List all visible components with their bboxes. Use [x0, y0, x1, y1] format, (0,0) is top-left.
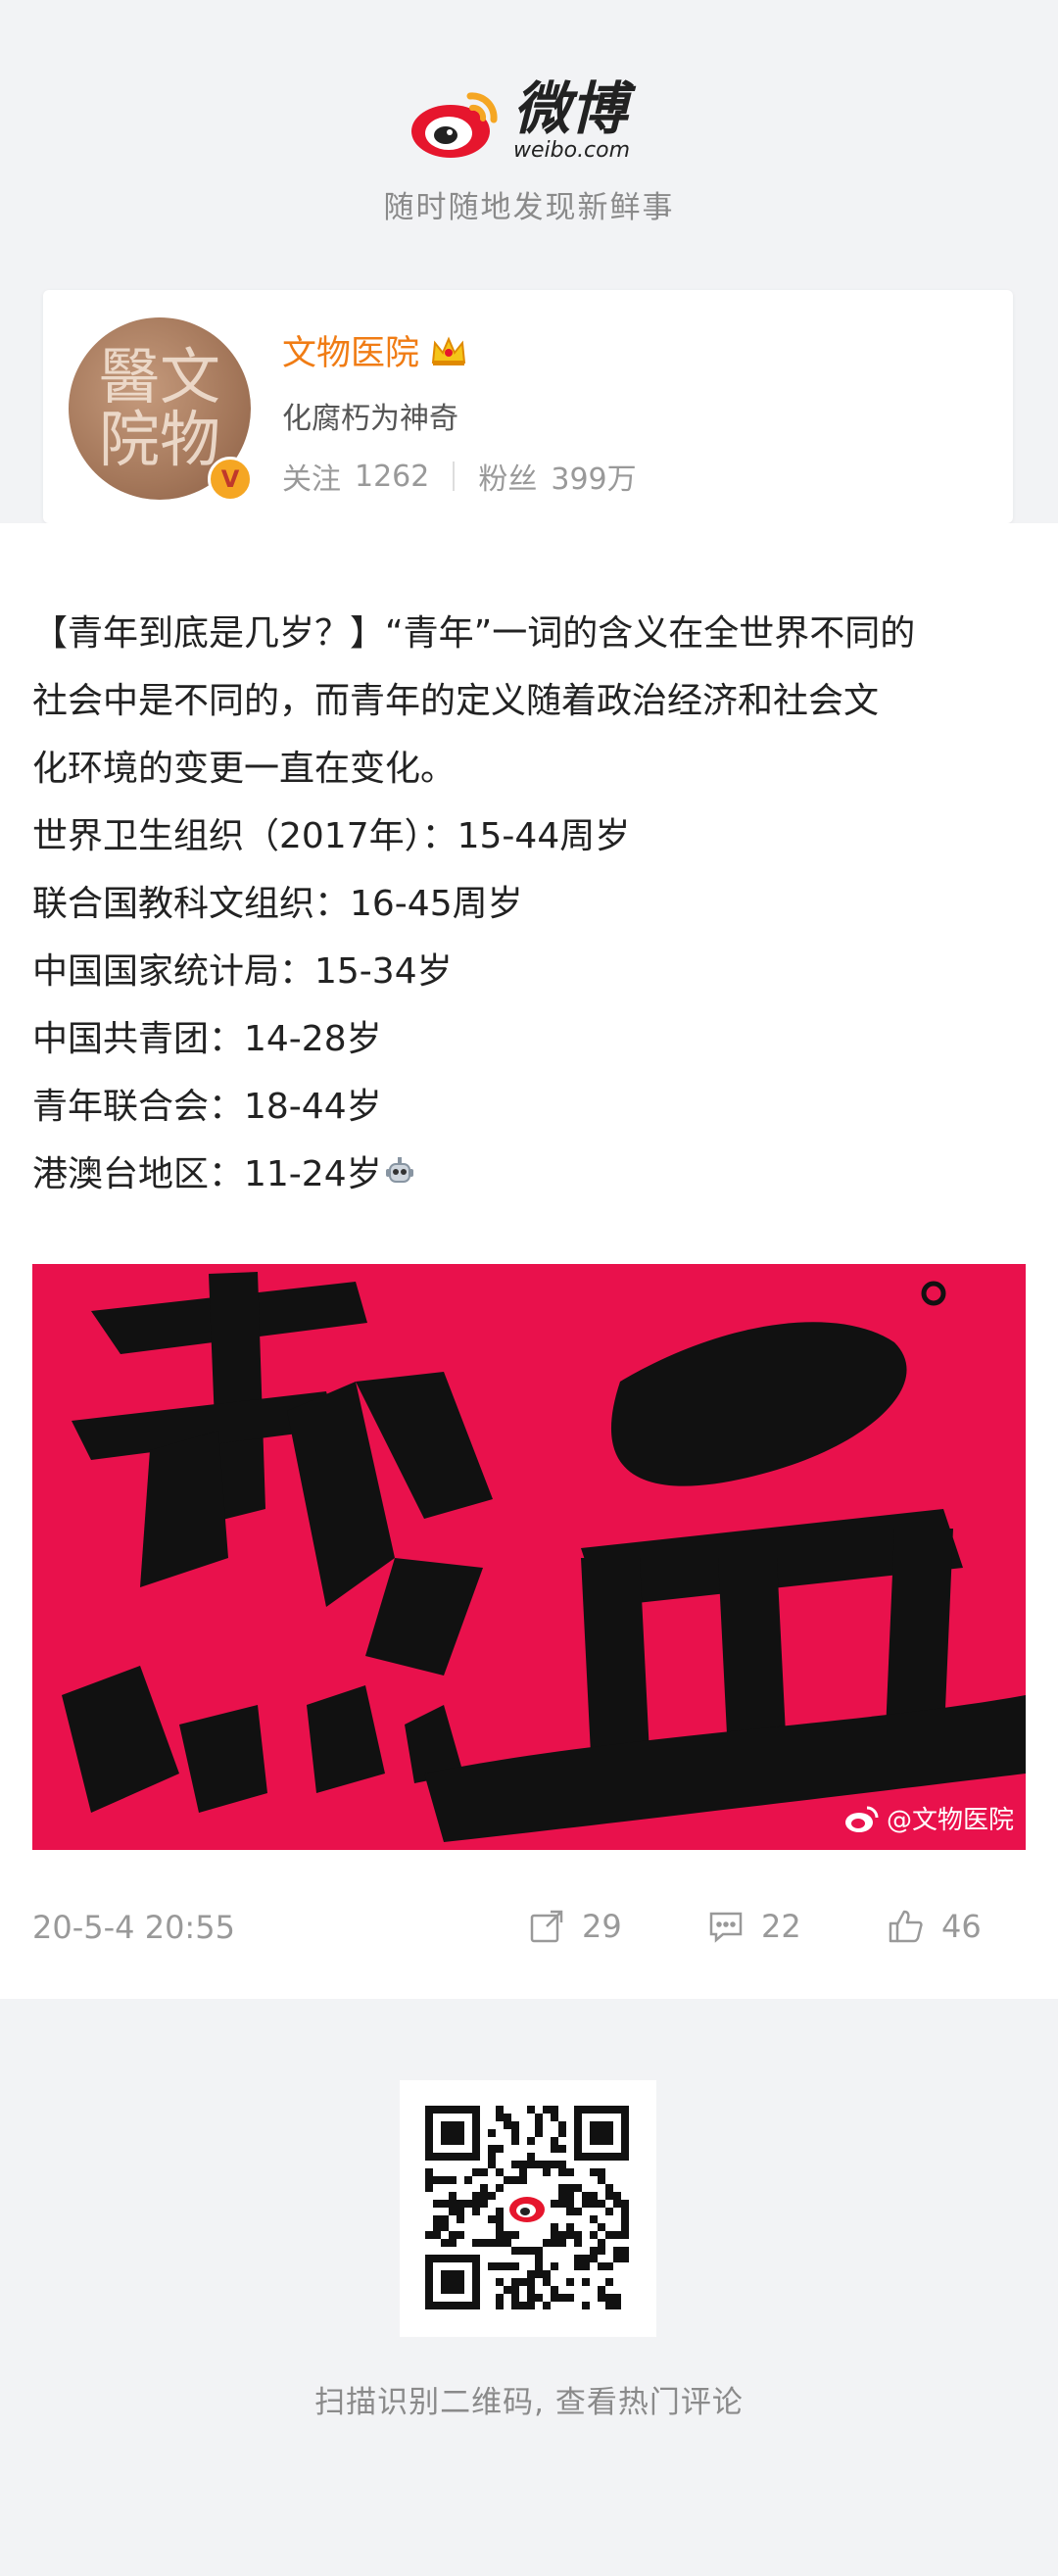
- post-line: 中国国家统计局：15-34岁: [32, 951, 453, 992]
- post-line: 世界卫生组织（2017年）：15-44周岁: [32, 816, 631, 856]
- comment-icon: [709, 1912, 743, 1943]
- followers-label: 粉丝: [478, 462, 538, 497]
- post-line: 【青年到底是几岁？】“青年”一词的含义在全世界不同的: [32, 613, 916, 654]
- profile-card[interactable]: 醫文院物 V 文物医院 化腐朽为神奇 关注 1262 粉丝 399万: [43, 290, 1013, 523]
- following-count: 1262: [355, 459, 430, 494]
- like-button[interactable]: 46: [887, 1907, 982, 1946]
- post-card: 【青年到底是几岁？】“青年”一词的含义在全世界不同的 社会中是不同的，而青年的定…: [0, 523, 1058, 1999]
- comment-button[interactable]: 22: [706, 1907, 801, 1946]
- comment-count: 22: [761, 1908, 801, 1945]
- post-line: 港澳台地区：11-24岁: [32, 1154, 382, 1194]
- profile-bio: 化腐朽为神奇: [282, 402, 458, 436]
- followers-count: 399万: [551, 462, 637, 497]
- weibo-eye-icon: [411, 92, 498, 158]
- slogan: 随时随地发现新鲜事: [383, 190, 675, 225]
- weibo-logo[interactable]: 微博 weibo.com: [409, 80, 630, 163]
- post-line: 中国共青团：14-28岁: [32, 1019, 382, 1059]
- logo-wordmark: 微博: [513, 75, 628, 142]
- profile-stats: 关注 1262 粉丝 399万: [282, 455, 637, 498]
- avatar-text: 醫文院物: [98, 341, 220, 475]
- stats-divider: [453, 462, 456, 491]
- post-timestamp: 20-5-4 20:55: [32, 1909, 235, 1946]
- share-count: 29: [582, 1908, 622, 1945]
- share-icon: [530, 1910, 563, 1943]
- post-line: 化环境的变更一直在变化。: [32, 749, 457, 789]
- post-line-last: 港澳台地区：11-24岁: [32, 1141, 1032, 1208]
- post-line: 青年联合会：18-44岁: [32, 1087, 382, 1127]
- image-watermark: @文物医院: [843, 1800, 1014, 1836]
- calligraphy-artwork: [62, 1272, 1026, 1842]
- weibo-mini-icon: [844, 1806, 879, 1832]
- qr-caption: 扫描识别二维码, 查看热门评论: [314, 2385, 744, 2420]
- crown-icon: [431, 335, 466, 365]
- post-body: 【青年到底是几岁？】“青年”一词的含义在全世界不同的 社会中是不同的，而青年的定…: [32, 600, 1032, 1208]
- watermark-text: @文物医院: [886, 1806, 1014, 1835]
- qr-code-image: [425, 2106, 629, 2309]
- logo-domain: weibo.com: [513, 138, 631, 163]
- weibo-header: 微博 weibo.com 随时随地发现新鲜事: [0, 0, 1058, 284]
- share-button[interactable]: 29: [527, 1907, 622, 1946]
- qr-code[interactable]: [400, 2080, 656, 2337]
- thumbs-up-icon: [889, 1910, 923, 1943]
- post-meta: 20-5-4 20:55 29 22 46: [32, 1903, 1026, 1952]
- post-line: 社会中是不同的，而青年的定义随着政治经济和社会文: [32, 681, 880, 721]
- following-label: 关注: [282, 462, 341, 497]
- post-line: 联合国教科文组织：16-45周岁: [32, 884, 523, 924]
- profile-name[interactable]: 文物医院: [282, 325, 419, 375]
- verified-badge-icon: V: [208, 457, 253, 502]
- robot-emoji-icon: [385, 1157, 413, 1183]
- post-image[interactable]: @文物医院: [32, 1264, 1026, 1850]
- like-count: 46: [941, 1908, 982, 1945]
